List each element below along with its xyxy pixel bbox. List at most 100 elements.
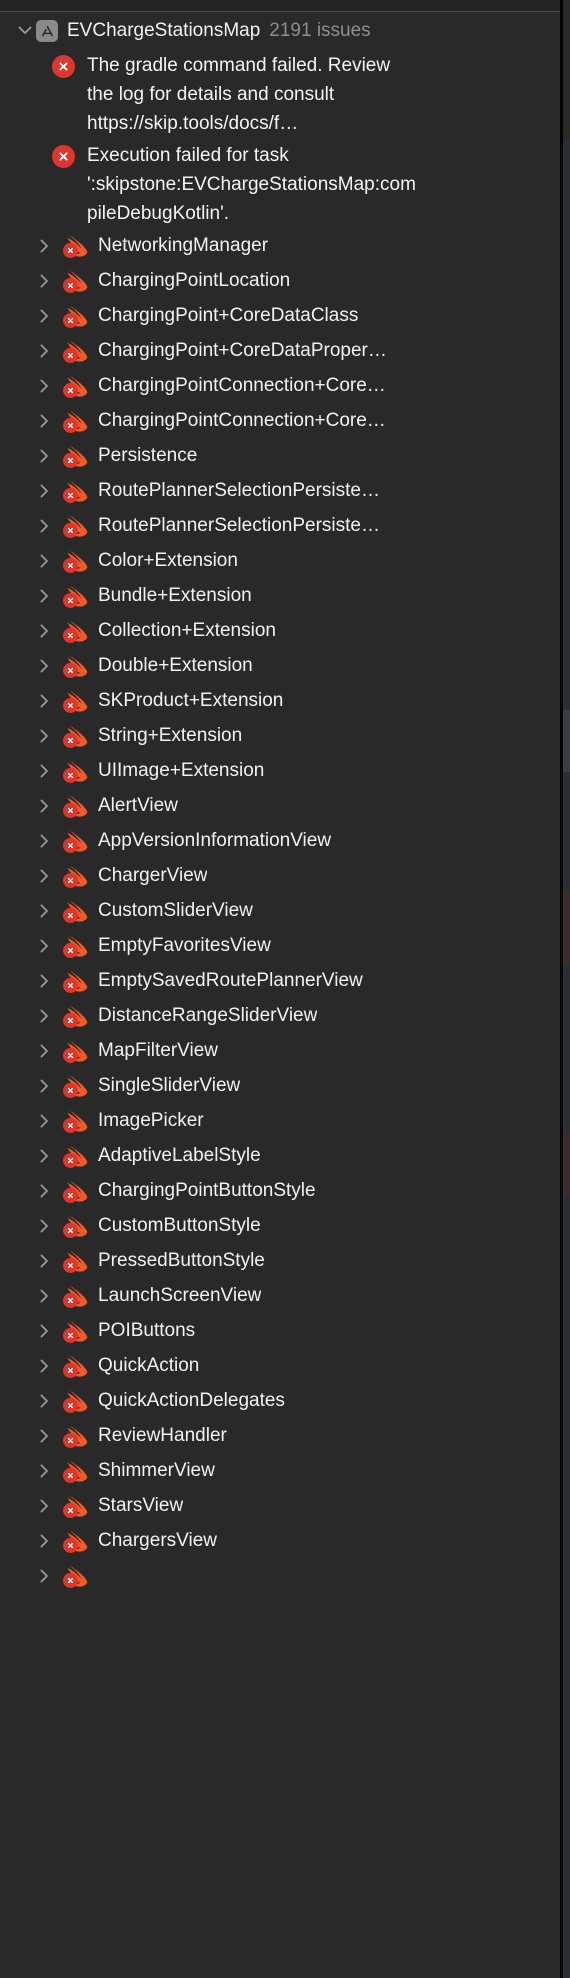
chevron-down-icon[interactable] <box>14 18 36 35</box>
file-row[interactable]: AppVersionInformationView <box>0 823 560 858</box>
error-badge-icon <box>63 837 78 853</box>
error-badge-icon <box>63 1222 78 1238</box>
chevron-right-icon[interactable] <box>36 973 52 989</box>
chevron-right-icon[interactable] <box>36 1288 52 1304</box>
chevron-right-icon[interactable] <box>36 1008 52 1024</box>
swift-file-icon <box>63 478 89 504</box>
chevron-right-icon[interactable] <box>36 1463 52 1479</box>
swift-file-icon <box>63 443 89 469</box>
file-row[interactable]: Collection+Extension <box>0 613 560 648</box>
swift-file-icon <box>63 898 89 924</box>
file-row[interactable]: Persistence <box>0 438 560 473</box>
file-row[interactable]: Color+Extension <box>0 543 560 578</box>
file-row[interactable]: CustomSliderView <box>0 893 560 928</box>
chevron-right-icon[interactable] <box>36 238 52 254</box>
file-row[interactable]: CustomButtonStyle <box>0 1208 560 1243</box>
issue-row[interactable]: Execution failed for task ':skipstone:EV… <box>0 138 560 228</box>
chevron-right-icon[interactable] <box>36 1533 52 1549</box>
file-row[interactable]: ChargingPoint+CoreDataClass <box>0 298 560 333</box>
chevron-right-icon[interactable] <box>36 378 52 394</box>
project-root-row[interactable]: EVChargeStationsMap 2191 issues <box>0 13 560 48</box>
file-row[interactable]: ChargingPointConnection+Core… <box>0 368 560 403</box>
chevron-right-icon[interactable] <box>36 483 52 499</box>
file-row[interactable]: AlertView <box>0 788 560 823</box>
chevron-right-icon[interactable] <box>36 1568 52 1584</box>
chevron-right-icon[interactable] <box>36 1253 52 1269</box>
chevron-right-icon[interactable] <box>36 1148 52 1164</box>
chevron-right-icon[interactable] <box>36 1498 52 1514</box>
file-row[interactable]: ChargersView <box>0 1523 560 1558</box>
error-badge-icon <box>63 942 78 958</box>
file-row[interactable]: ShimmerView <box>0 1453 560 1488</box>
file-rows: NetworkingManager ChargingPointLocation Ch… <box>0 228 560 1593</box>
file-row[interactable]: QuickAction <box>0 1348 560 1383</box>
file-row[interactable]: PressedButtonStyle <box>0 1243 560 1278</box>
chevron-right-icon[interactable] <box>36 1323 52 1339</box>
file-name: DistanceRangeSliderView <box>98 1004 318 1026</box>
file-row[interactable]: LaunchScreenView <box>0 1278 560 1313</box>
chevron-right-icon[interactable] <box>36 658 52 674</box>
chevron-right-icon[interactable] <box>36 868 52 884</box>
chevron-right-icon[interactable] <box>36 588 52 604</box>
chevron-right-icon[interactable] <box>36 763 52 779</box>
file-row[interactable]: SKProduct+Extension <box>0 683 560 718</box>
file-row[interactable]: ChargingPoint+CoreDataProper… <box>0 333 560 368</box>
file-row[interactable] <box>0 1558 560 1593</box>
chevron-right-icon[interactable] <box>36 448 52 464</box>
file-row[interactable]: AdaptiveLabelStyle <box>0 1138 560 1173</box>
swift-file-icon <box>63 1493 89 1519</box>
file-row[interactable]: DistanceRangeSliderView <box>0 998 560 1033</box>
issue-row[interactable]: The gradle command failed. Review the lo… <box>0 48 560 138</box>
chevron-right-icon[interactable] <box>36 938 52 954</box>
file-row[interactable]: QuickActionDelegates <box>0 1383 560 1418</box>
file-row[interactable]: ChargingPointButtonStyle <box>0 1173 560 1208</box>
file-row[interactable]: ImagePicker <box>0 1103 560 1138</box>
file-row[interactable]: SingleSliderView <box>0 1068 560 1103</box>
error-badge-icon <box>63 1187 78 1203</box>
file-row[interactable]: StarsView <box>0 1488 560 1523</box>
file-row[interactable]: ReviewHandler <box>0 1418 560 1453</box>
chevron-right-icon[interactable] <box>36 518 52 534</box>
file-row[interactable]: Double+Extension <box>0 648 560 683</box>
chevron-right-icon[interactable] <box>36 693 52 709</box>
chevron-right-icon[interactable] <box>36 1393 52 1409</box>
file-row[interactable]: ChargerView <box>0 858 560 893</box>
chevron-right-icon[interactable] <box>36 903 52 919</box>
file-row[interactable]: ChargingPointConnection+Core… <box>0 403 560 438</box>
error-badge-icon <box>63 697 78 713</box>
chevron-right-icon[interactable] <box>36 553 52 569</box>
chevron-right-icon[interactable] <box>36 833 52 849</box>
chevron-right-icon[interactable] <box>36 728 52 744</box>
swift-file-icon <box>63 758 89 784</box>
swift-file-icon <box>63 1003 89 1029</box>
chevron-right-icon[interactable] <box>36 1428 52 1444</box>
chevron-right-icon[interactable] <box>36 413 52 429</box>
file-row[interactable]: EmptyFavoritesView <box>0 928 560 963</box>
chevron-right-icon[interactable] <box>36 308 52 324</box>
file-row[interactable]: Bundle+Extension <box>0 578 560 613</box>
file-row[interactable]: NetworkingManager <box>0 228 560 263</box>
file-name: PressedButtonStyle <box>98 1249 265 1271</box>
file-row[interactable]: ChargingPointLocation <box>0 263 560 298</box>
chevron-right-icon[interactable] <box>36 1358 52 1374</box>
file-row[interactable]: String+Extension <box>0 718 560 753</box>
chevron-right-icon[interactable] <box>36 798 52 814</box>
error-badge-icon <box>63 592 78 608</box>
chevron-right-icon[interactable] <box>36 1218 52 1234</box>
chevron-right-icon[interactable] <box>36 1113 52 1129</box>
chevron-right-icon[interactable] <box>36 273 52 289</box>
issue-list[interactable]: EVChargeStationsMap 2191 issues The grad… <box>0 13 560 1978</box>
file-row[interactable]: EmptySavedRoutePlannerView <box>0 963 560 998</box>
file-name: ChargingPoint+CoreDataClass <box>98 304 359 326</box>
file-row[interactable]: UIImage+Extension <box>0 753 560 788</box>
file-row[interactable]: POIButtons <box>0 1313 560 1348</box>
chevron-right-icon[interactable] <box>36 1078 52 1094</box>
chevron-right-icon[interactable] <box>36 1043 52 1059</box>
chevron-right-icon[interactable] <box>36 623 52 639</box>
file-row[interactable]: RoutePlannerSelectionPersiste… <box>0 473 560 508</box>
file-row[interactable]: MapFilterView <box>0 1033 560 1068</box>
chevron-right-icon[interactable] <box>36 343 52 359</box>
file-row[interactable]: RoutePlannerSelectionPersiste… <box>0 508 560 543</box>
swift-file-icon <box>63 1563 89 1589</box>
chevron-right-icon[interactable] <box>36 1183 52 1199</box>
